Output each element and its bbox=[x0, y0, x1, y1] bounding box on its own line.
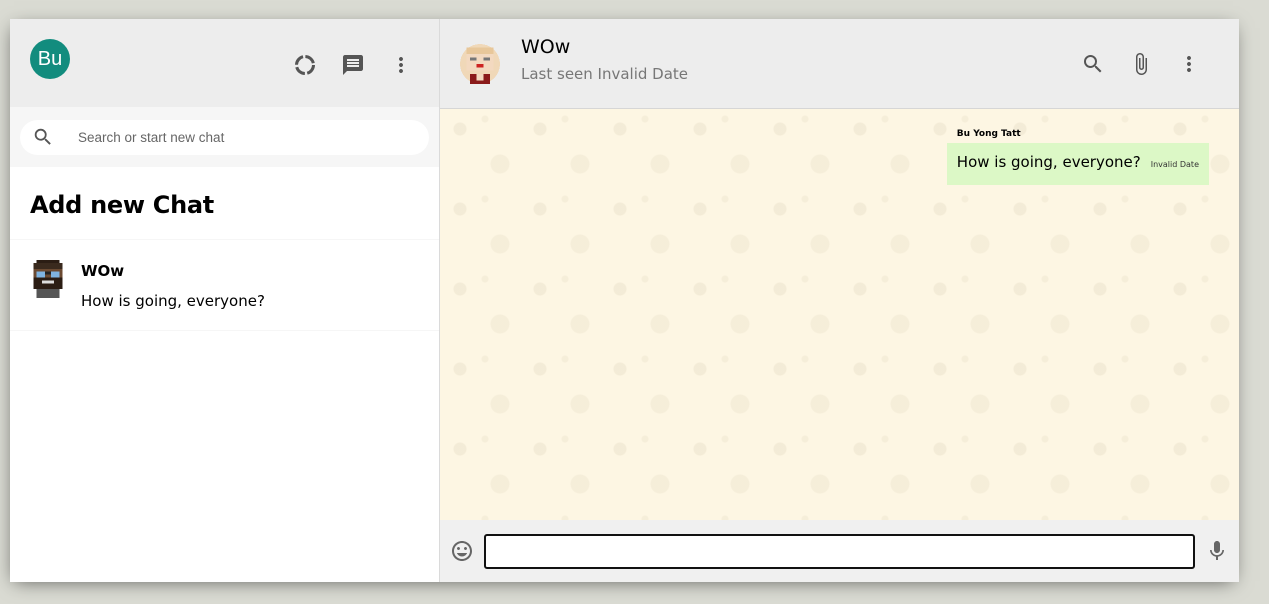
sidebar-header: Bu bbox=[10, 19, 439, 107]
more-vert-icon[interactable] bbox=[387, 51, 415, 79]
message: Bu Yong Tatt How is going, everyone? Inv… bbox=[946, 129, 1209, 185]
search-icon bbox=[34, 128, 51, 145]
chat-item-name: WOw bbox=[81, 262, 125, 280]
chat-body: Bu Yong Tatt How is going, everyone? Inv… bbox=[440, 109, 1239, 520]
chat-contact-name: WOw bbox=[521, 36, 571, 58]
emoji-icon[interactable] bbox=[450, 539, 474, 563]
mic-icon[interactable] bbox=[1205, 539, 1229, 563]
chat-header: WOw Last seen Invalid Date bbox=[440, 19, 1239, 109]
chat-panel: WOw Last seen Invalid Date Bu Yong Tatt bbox=[440, 19, 1239, 582]
attach-icon[interactable] bbox=[1127, 50, 1155, 78]
message-sender: Bu Yong Tatt bbox=[956, 129, 1021, 139]
new-chat-icon[interactable] bbox=[339, 51, 367, 79]
more-vert-icon[interactable] bbox=[1175, 50, 1203, 78]
message-text: How is going, everyone? bbox=[956, 153, 1141, 171]
contact-avatar-icon[interactable] bbox=[460, 43, 500, 84]
chat-last-seen: Last seen Invalid Date bbox=[521, 65, 689, 83]
search-container bbox=[20, 119, 429, 155]
chat-item-info: WOw How is going, everyone? bbox=[81, 262, 265, 310]
status-icon[interactable] bbox=[291, 51, 319, 79]
sidebar: Bu Add new Chat bbox=[10, 19, 440, 582]
sidebar-chat-item[interactable]: WOw How is going, everyone? bbox=[10, 240, 439, 331]
search-input[interactable] bbox=[78, 129, 417, 145]
app-window: Bu Add new Chat bbox=[10, 19, 1239, 582]
message-bubble: How is going, everyone? Invalid Date bbox=[946, 143, 1209, 185]
chat-footer bbox=[440, 520, 1239, 582]
search-bar bbox=[10, 107, 439, 167]
add-new-chat-label: Add new Chat bbox=[30, 191, 214, 219]
contact-avatar-icon bbox=[33, 260, 63, 298]
chat-item-last-message: How is going, everyone? bbox=[81, 292, 265, 310]
chat-header-info: WOw Last seen Invalid Date bbox=[521, 36, 1079, 83]
message-time: Invalid Date bbox=[1150, 160, 1199, 169]
sidebar-header-actions bbox=[291, 51, 415, 79]
search-icon[interactable] bbox=[1079, 50, 1107, 78]
chat-header-actions bbox=[1079, 50, 1203, 78]
user-avatar[interactable]: Bu bbox=[30, 39, 70, 79]
message-input[interactable] bbox=[484, 533, 1195, 569]
add-new-chat[interactable]: Add new Chat bbox=[10, 167, 439, 240]
